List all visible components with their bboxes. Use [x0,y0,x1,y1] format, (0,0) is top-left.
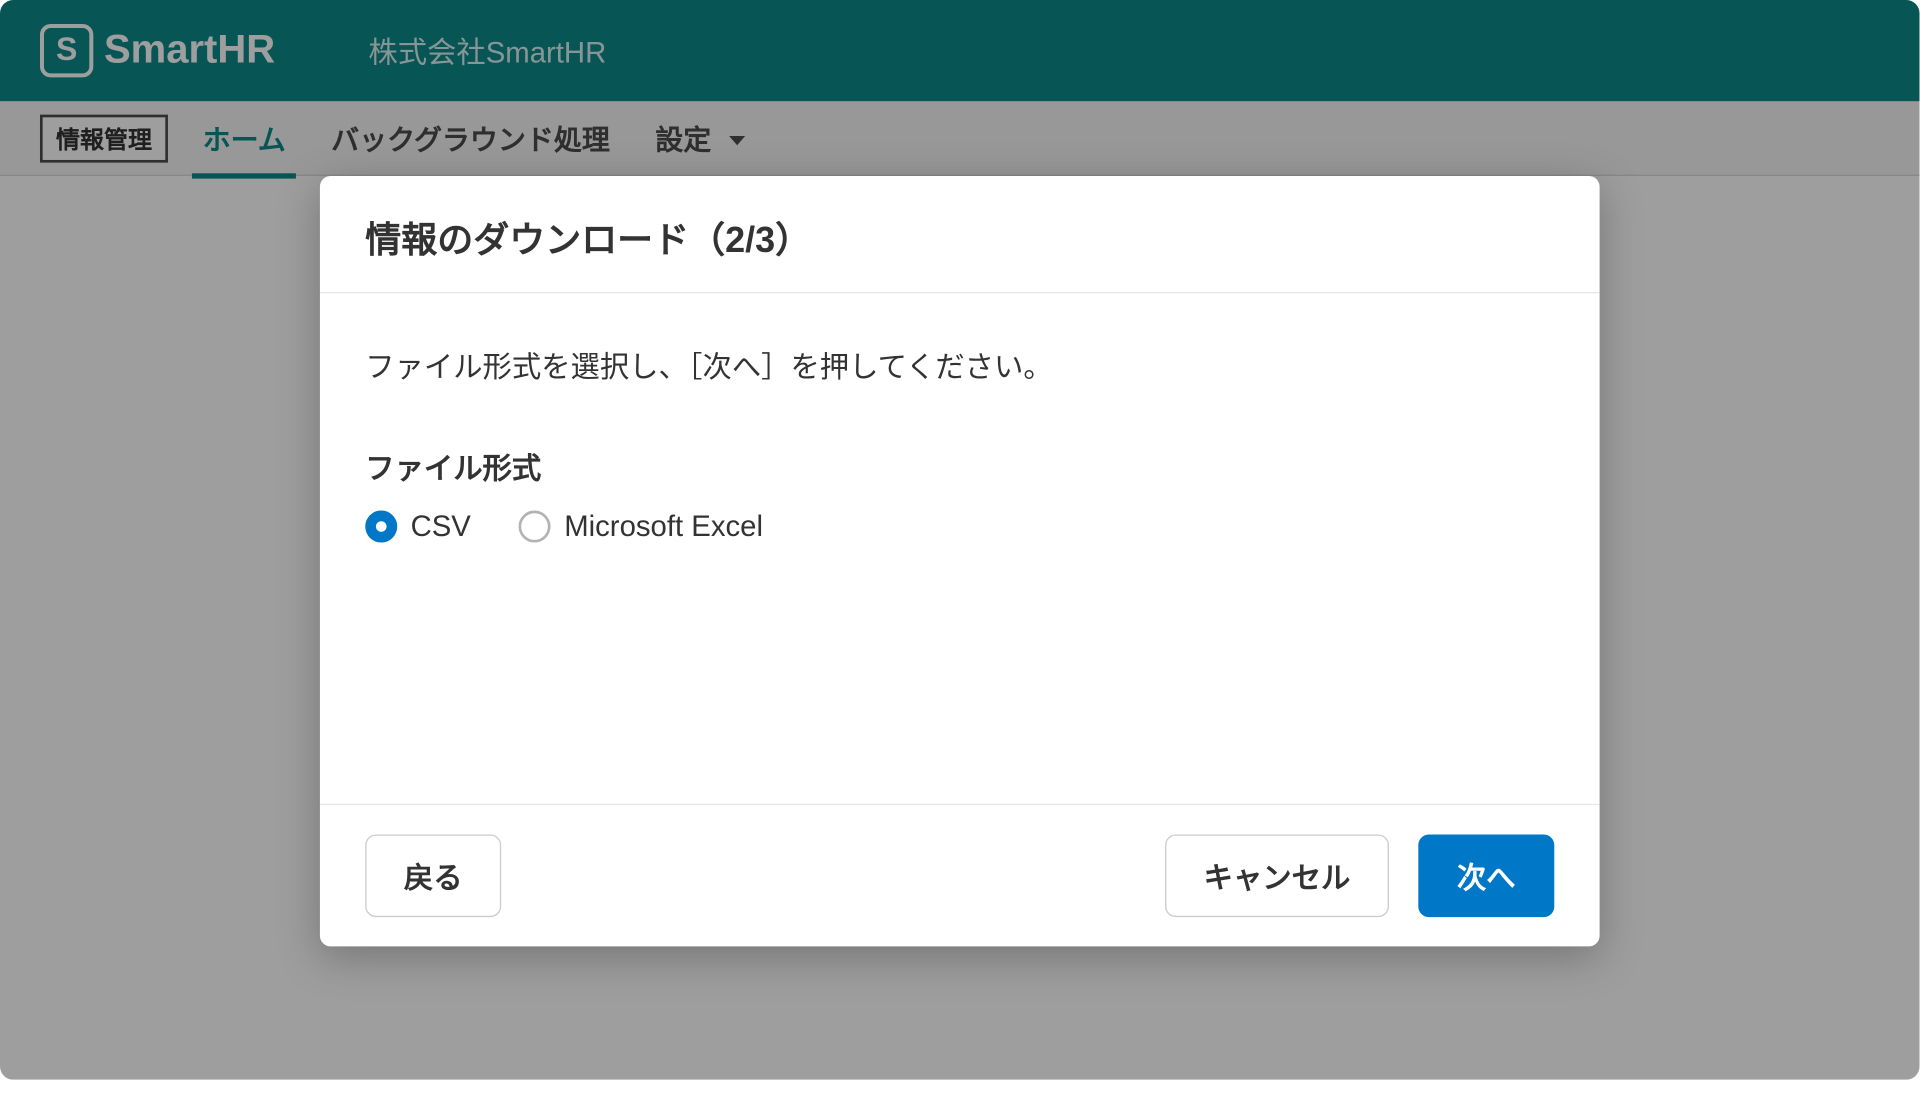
back-button[interactable]: 戻る [365,834,501,917]
file-format-label: ファイル形式 [365,445,1554,488]
cancel-button[interactable]: キャンセル [1165,834,1389,917]
radio-icon [365,511,397,543]
modal-overlay: 情報のダウンロード（2/3） ファイル形式を選択し、［次へ］を押してください。 … [0,0,1920,1080]
dialog-body: ファイル形式を選択し、［次へ］を押してください。 ファイル形式 CSV Micr… [320,293,1600,804]
dialog-instruction: ファイル形式を選択し、［次へ］を押してください。 [365,344,1554,387]
download-dialog: 情報のダウンロード（2/3） ファイル形式を選択し、［次へ］を押してください。 … [320,176,1600,946]
radio-label: CSV [411,509,471,544]
radio-icon [519,511,551,543]
next-button[interactable]: 次へ [1418,834,1554,917]
dialog-title: 情報のダウンロード（2/3） [365,211,1554,263]
radio-label: Microsoft Excel [564,509,763,544]
dialog-header: 情報のダウンロード（2/3） [320,176,1600,293]
radio-option-excel[interactable]: Microsoft Excel [519,509,763,544]
file-format-radio-group: CSV Microsoft Excel [365,509,1554,544]
dialog-footer: 戻る キャンセル 次へ [320,804,1600,947]
radio-option-csv[interactable]: CSV [365,509,471,544]
